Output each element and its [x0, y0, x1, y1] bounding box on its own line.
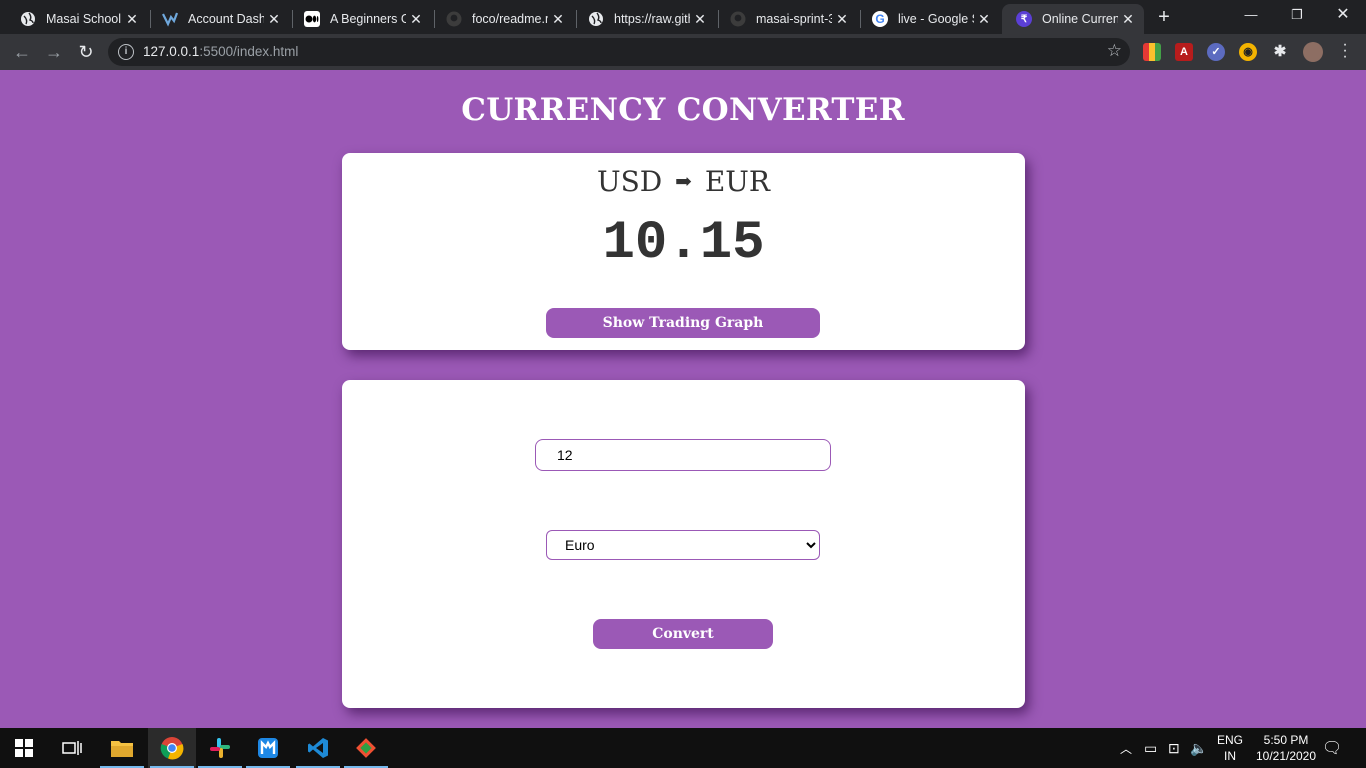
currency-pair: USD ➡ EUR — [342, 165, 1025, 198]
pdf-extension-icon[interactable]: A — [1175, 43, 1193, 61]
converted-amount: 10.15 — [602, 213, 765, 274]
url-text[interactable]: 127.0.0.1:5500/index.html — [143, 44, 298, 59]
close-tab-icon[interactable]: ✕ — [122, 11, 142, 28]
restore-button[interactable]: ❐ — [1274, 0, 1320, 30]
page-title: CURRENCY CONVERTER — [461, 92, 905, 128]
notifications-icon[interactable]: 🗨 — [1322, 728, 1342, 768]
forward-arrow-icon[interactable]: → — [42, 40, 66, 64]
profile-avatar[interactable] — [1303, 42, 1323, 62]
globe-icon — [588, 11, 604, 27]
back-arrow-icon[interactable]: ← — [10, 40, 34, 64]
result-card: USD ➡ EUR 10.15 Show Trading Graph — [342, 153, 1025, 350]
amount-input[interactable] — [535, 439, 831, 471]
task-view-icon[interactable] — [48, 728, 96, 768]
browser-tab-strip: Masai School ✕ Account Dashb ✕ A Beginne… — [0, 0, 1366, 34]
tab-title: Masai School — [46, 12, 122, 26]
browser-toolbar: ← → ↻ i 127.0.0.1:5500/index.html ☆ A ✓ … — [0, 34, 1366, 70]
bookmark-star-icon[interactable]: ☆ — [1107, 41, 1122, 61]
language-code: ENG — [1216, 733, 1243, 747]
dashboard-logo-icon — [162, 11, 178, 27]
region-code: IN — [1224, 749, 1236, 763]
vscode-icon[interactable] — [294, 728, 342, 768]
slack-icon[interactable] — [196, 728, 244, 768]
show-hidden-icons-chevron-icon[interactable]: ︿ — [1120, 728, 1132, 768]
clock-time: 5:50 PM — [1263, 733, 1309, 747]
chrome-taskbar-icon[interactable] — [148, 728, 196, 768]
close-tab-icon[interactable]: ✕ — [548, 11, 568, 28]
tab-title: Online Curren — [1042, 12, 1118, 26]
tab-title: A Beginners Gu — [330, 12, 406, 26]
network-icon[interactable]: ⊡ — [1168, 728, 1180, 768]
tab-masai-sprint[interactable]: masai-sprint-3 ✕ — [716, 4, 858, 34]
volume-icon[interactable]: 🔈 — [1190, 728, 1207, 768]
rupee-icon: ₹ — [1016, 11, 1032, 27]
system-clock[interactable]: 5:50 PM 10/21/2020 — [1250, 732, 1322, 764]
windows-start-icon[interactable] — [0, 728, 48, 768]
minimize-button[interactable]: — — [1228, 0, 1274, 30]
color-palette-extension-icon[interactable] — [1143, 43, 1161, 61]
tab-title: foco/readme.m — [472, 12, 548, 26]
to-currency: EUR — [704, 165, 770, 198]
tab-title: live - Google S — [898, 12, 974, 26]
owl-extension-icon[interactable]: ◉ — [1239, 43, 1257, 61]
git-tool-icon[interactable] — [342, 728, 390, 768]
address-bar[interactable]: i 127.0.0.1:5500/index.html ☆ — [108, 38, 1130, 66]
close-tab-icon[interactable]: ✕ — [1118, 11, 1138, 28]
puzzle-extensions-icon[interactable]: ✱ — [1271, 43, 1289, 61]
from-currency: USD — [597, 165, 663, 198]
clock-date: 10/21/2020 — [1255, 749, 1317, 763]
reload-icon[interactable]: ↻ — [74, 40, 98, 64]
github-icon — [730, 11, 746, 27]
globe-icon — [20, 11, 36, 27]
close-tab-icon[interactable]: ✕ — [832, 11, 852, 28]
url-path: :5500/index.html — [199, 44, 299, 59]
file-explorer-icon[interactable] — [98, 728, 146, 768]
close-window-button[interactable]: ✕ — [1320, 0, 1366, 30]
tab-google-search[interactable]: G live - Google S ✕ — [858, 4, 1000, 34]
browser-menu-icon[interactable]: · · · — [1340, 37, 1350, 65]
tab-beginners-guide[interactable]: A Beginners Gu ✕ — [290, 4, 432, 34]
url-host: 127.0.0.1 — [143, 44, 200, 59]
converter-form-card: Euro Convert — [342, 380, 1025, 708]
tab-raw-github[interactable]: https://raw.gith ✕ — [574, 4, 716, 34]
app-m-icon[interactable] — [244, 728, 292, 768]
right-arrow-icon: ➡ — [675, 169, 692, 193]
tab-account-dashboard[interactable]: Account Dashb ✕ — [148, 4, 290, 34]
medium-logo-icon — [304, 11, 320, 27]
close-tab-icon[interactable]: ✕ — [690, 11, 710, 28]
info-icon[interactable]: i — [118, 44, 134, 60]
convert-button[interactable]: Convert — [593, 619, 773, 649]
tab-foco-readme[interactable]: foco/readme.m ✕ — [432, 4, 574, 34]
tab-title: Account Dashb — [188, 12, 264, 26]
github-icon — [446, 11, 462, 27]
currency-select[interactable]: Euro — [546, 530, 820, 560]
close-tab-icon[interactable]: ✕ — [406, 11, 426, 28]
tab-online-currency[interactable]: ₹ Online Curren ✕ — [1002, 4, 1144, 34]
battery-icon[interactable]: ▭ — [1144, 728, 1157, 768]
new-tab-button[interactable]: + — [1152, 6, 1176, 30]
show-trading-graph-button[interactable]: Show Trading Graph — [546, 308, 820, 338]
windows-taskbar: ︿ ▭ ⊡ 🔈 ENG IN 5:50 PM 10/21/2020 🗨 — [0, 728, 1366, 768]
google-icon: G — [872, 11, 888, 27]
close-tab-icon[interactable]: ✕ — [264, 11, 284, 28]
tab-title: masai-sprint-3 — [756, 12, 832, 26]
check-extension-icon[interactable]: ✓ — [1207, 43, 1225, 61]
tab-masai-school[interactable]: Masai School ✕ — [6, 4, 148, 34]
tab-title: https://raw.gith — [614, 12, 690, 26]
close-tab-icon[interactable]: ✕ — [974, 11, 994, 28]
input-language[interactable]: ENG IN — [1214, 732, 1246, 764]
